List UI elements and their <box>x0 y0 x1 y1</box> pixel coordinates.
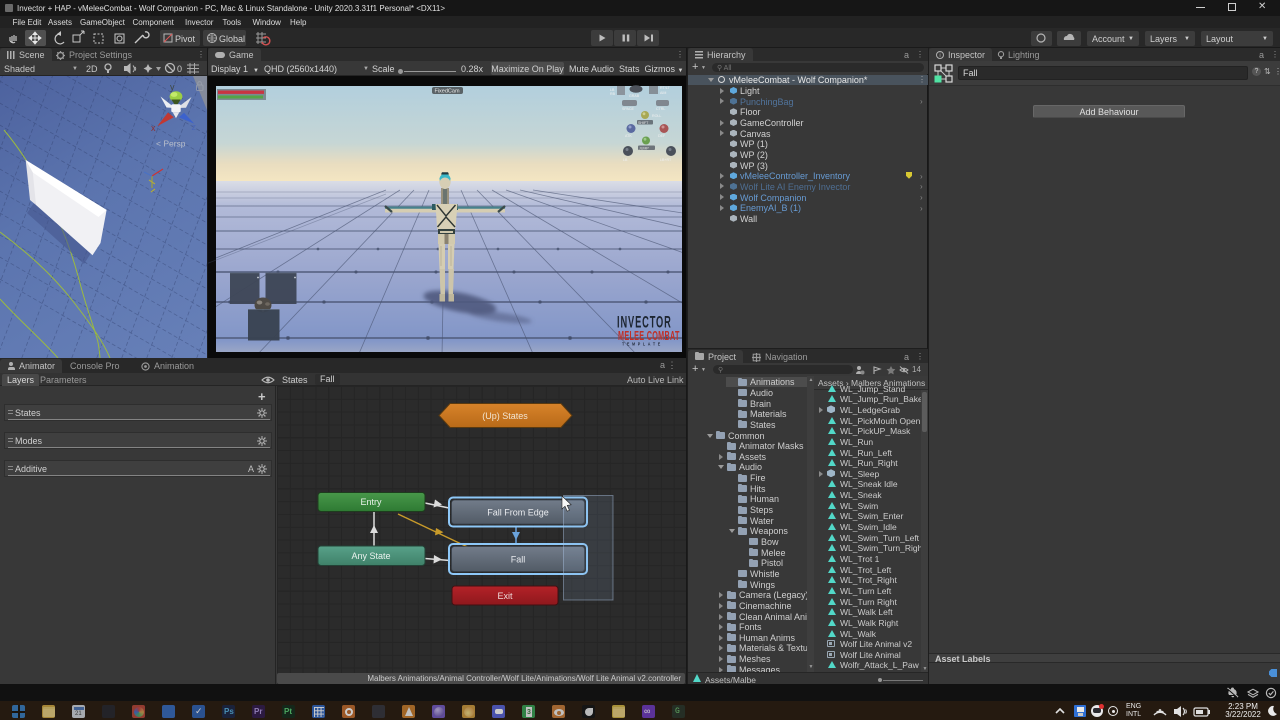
svg-text:TEMPLATE: TEMPLATE <box>622 341 663 347</box>
svg-text:ATK: ATK <box>625 134 632 138</box>
svg-text:(Up) States: (Up) States <box>482 411 528 421</box>
svg-text:RB: RB <box>610 92 616 96</box>
svg-text:y: y <box>170 82 175 92</box>
svg-text:Fall: Fall <box>511 555 526 565</box>
svg-text:0: 0 <box>177 64 182 74</box>
svg-text:ROLL: ROLL <box>652 114 661 118</box>
svg-text:FixedCam: FixedCam <box>434 89 459 95</box>
svg-text:Fall From Edge: Fall From Edge <box>487 508 549 518</box>
svg-text:Any State: Any State <box>351 551 390 561</box>
svg-text:LB: LB <box>623 158 628 162</box>
svg-text:LB+RT: LB+RT <box>660 158 672 162</box>
svg-text:INVECTOR: INVECTOR <box>617 313 672 332</box>
svg-text:Pivot: Pivot <box>175 34 196 44</box>
svg-text:GRAB: GRAB <box>629 94 640 98</box>
svg-text:Exit: Exit <box>497 591 513 601</box>
svg-text:SHIFT: SHIFT <box>638 121 649 125</box>
svg-text:z: z <box>192 122 197 132</box>
svg-text:Global: Global <box>219 34 245 44</box>
svg-text:Entry: Entry <box>360 497 382 507</box>
svg-text:CTRL: CTRL <box>656 107 665 111</box>
svg-text:AIM: AIM <box>660 91 666 95</box>
svg-text:< Persp: < Persp <box>156 139 186 149</box>
svg-text:SPACE: SPACE <box>622 107 635 111</box>
svg-text:JUMP: JUMP <box>639 147 649 151</box>
svg-text:x: x <box>151 123 156 133</box>
svg-text:DEF: DEF <box>658 134 666 138</box>
svg-text:RT/LT: RT/LT <box>660 86 670 90</box>
